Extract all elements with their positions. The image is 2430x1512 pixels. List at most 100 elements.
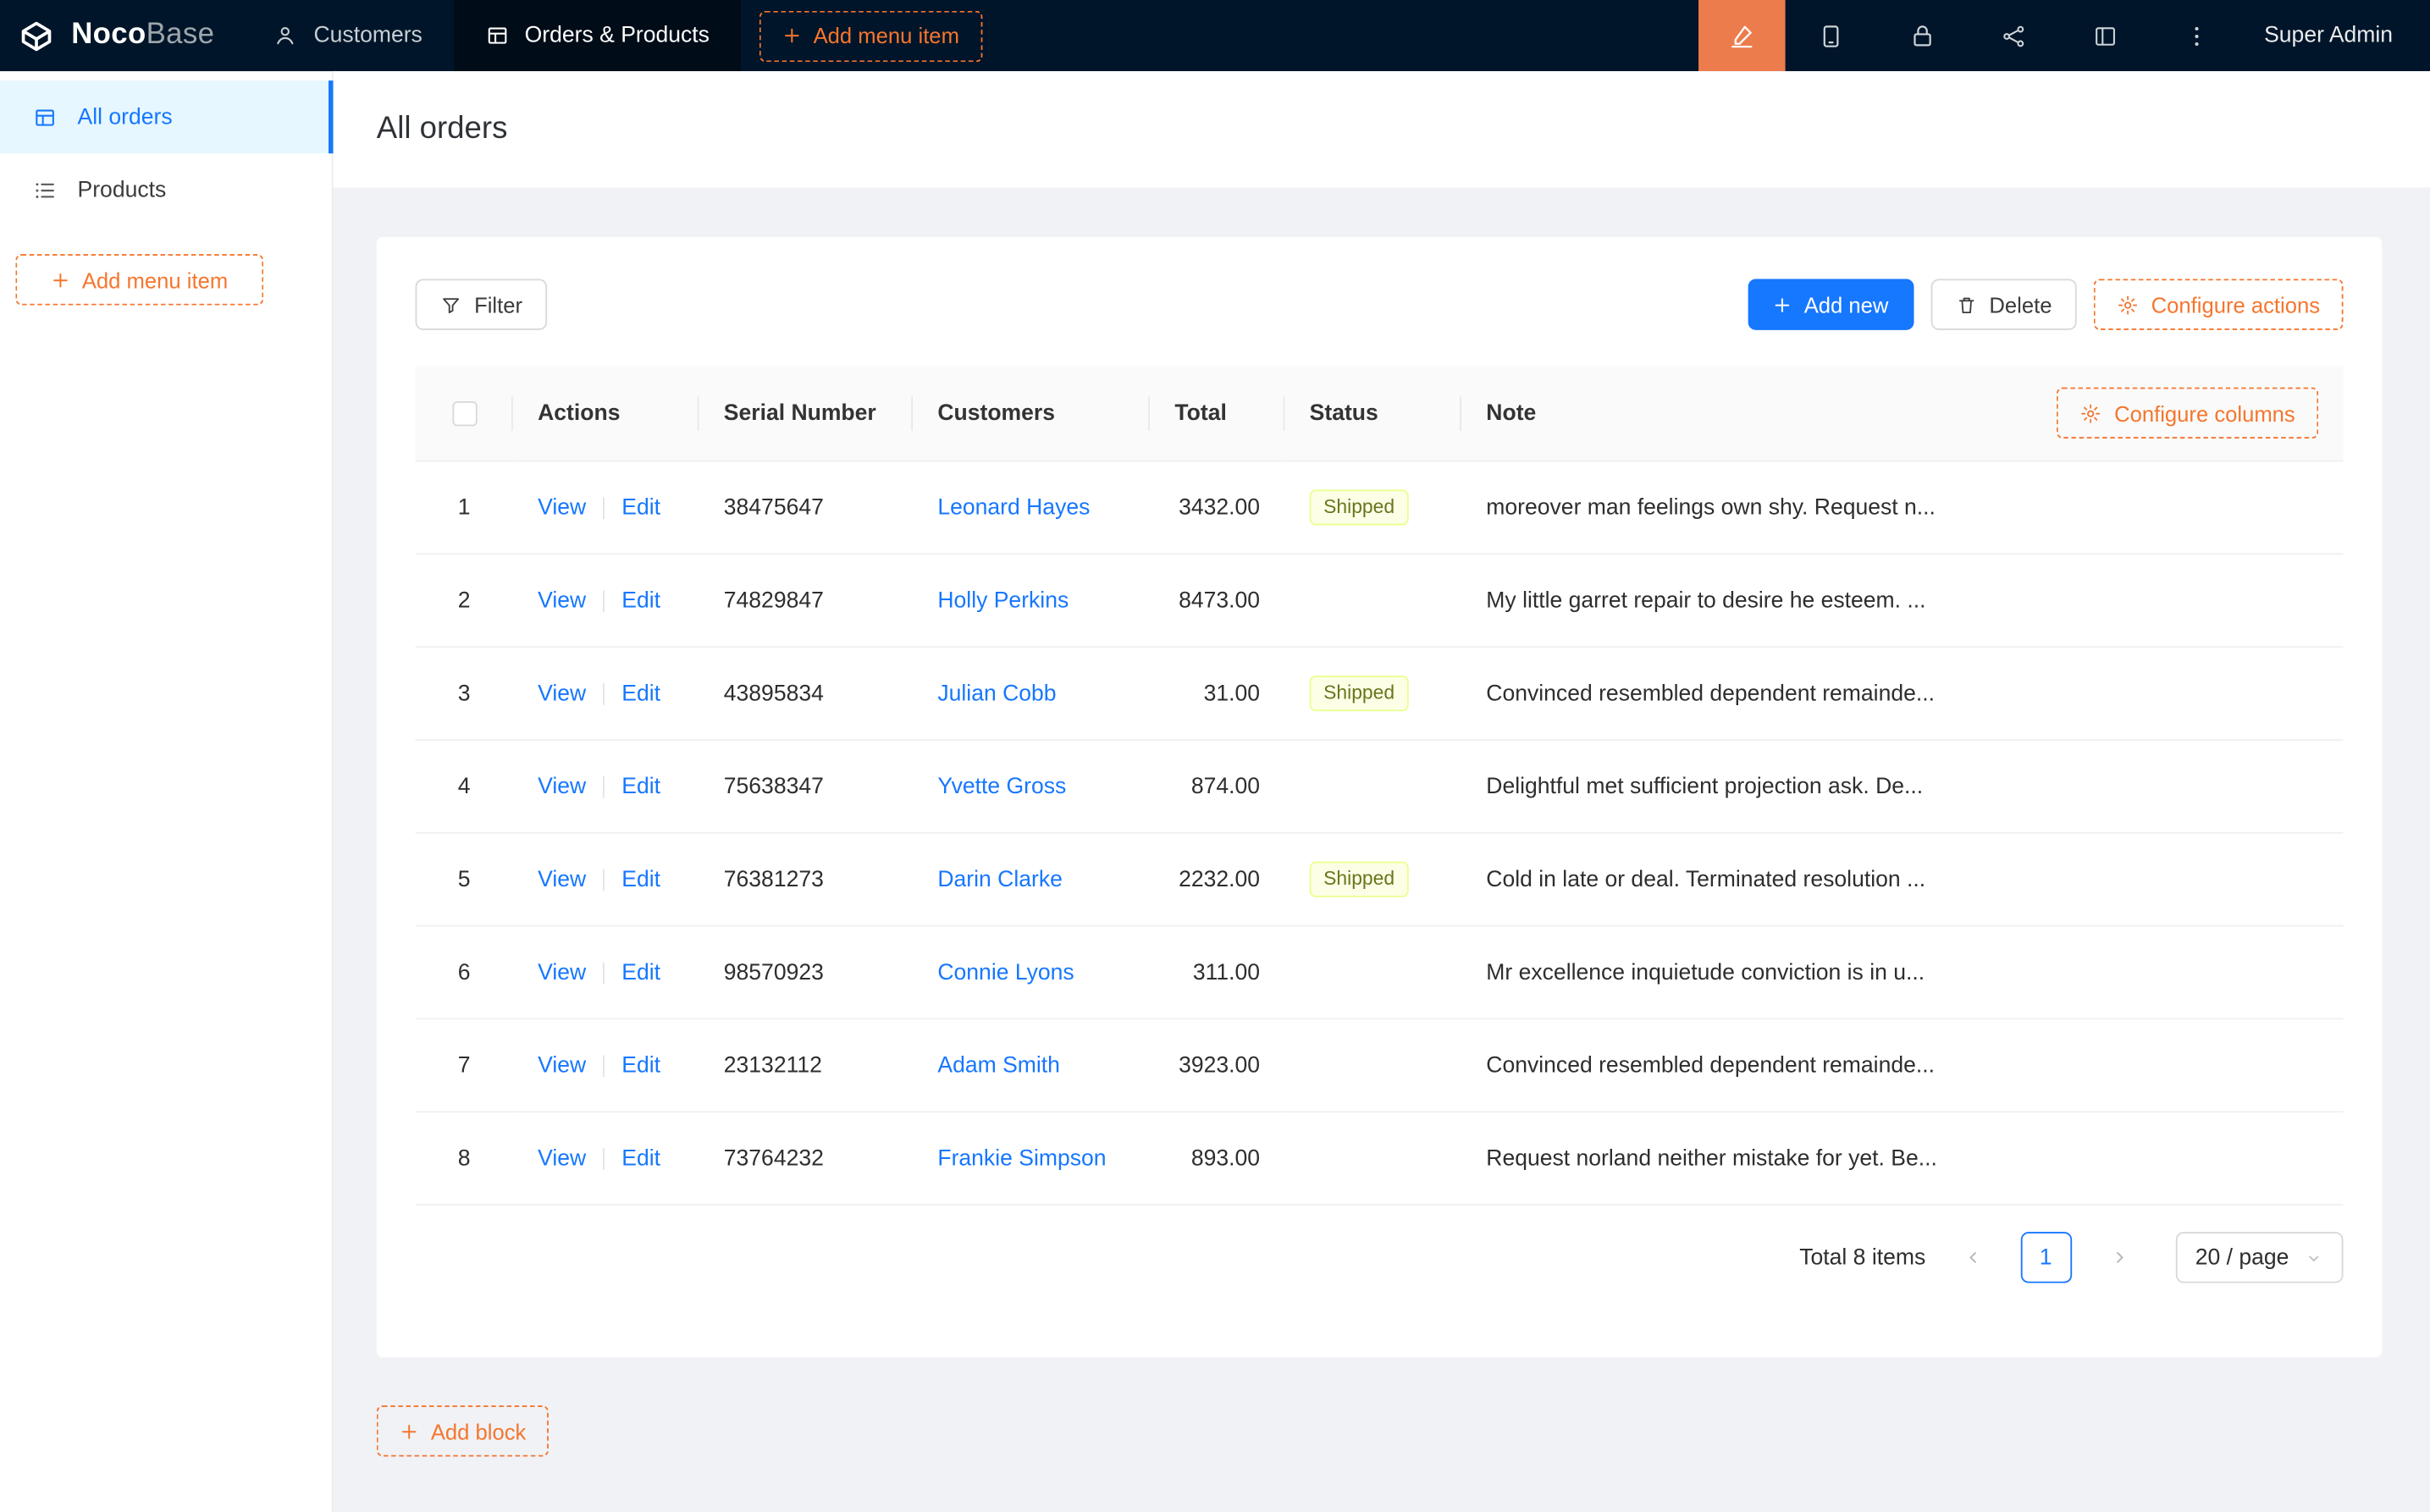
sidebar-item-label: Products (78, 178, 167, 202)
plus-icon (400, 1421, 418, 1440)
view-link[interactable]: View (538, 1053, 586, 1078)
add-block-button[interactable]: Add block (377, 1405, 550, 1456)
nav-item-orders-products[interactable]: Orders & Products (453, 0, 740, 71)
edit-link[interactable]: Edit (621, 867, 660, 891)
edit-link[interactable]: Edit (621, 495, 660, 520)
action-divider (603, 775, 605, 797)
note-cell: Convinced resembled dependent remainde..… (1461, 1019, 2343, 1112)
toolbar-right: Add new Delete (1748, 279, 2344, 329)
view-link[interactable]: View (538, 588, 586, 613)
total-cell: 893.00 (1150, 1112, 1284, 1206)
mobile-preview-button[interactable] (1786, 0, 1877, 71)
filter-button[interactable]: Filter (416, 279, 548, 329)
customer-link[interactable]: Connie Lyons (937, 960, 1074, 985)
total-cell: 8473.00 (1150, 555, 1284, 648)
gear-icon (2117, 294, 2139, 316)
nocobase-logo-icon (15, 14, 57, 56)
action-divider (603, 1055, 605, 1077)
sidebar: All orders Products Add menu item (0, 71, 334, 1512)
note-cell: Convinced resembled dependent remainde..… (1461, 648, 2343, 741)
view-link[interactable]: View (538, 495, 586, 520)
edit-link[interactable]: Edit (621, 774, 660, 798)
sidebar-item-products[interactable]: Products (0, 153, 332, 226)
top-nav: Customers Orders & Products Add menu ite… (242, 0, 982, 71)
page-header: All orders (334, 71, 2430, 187)
api-button[interactable] (1968, 0, 2059, 71)
sidebar-add-menu-item-button[interactable]: Add menu item (15, 254, 263, 305)
pagination-prev-button[interactable] (1947, 1232, 1998, 1283)
view-link[interactable]: View (538, 681, 586, 705)
serial-cell: 38475647 (699, 461, 913, 555)
select-all-checkbox[interactable] (452, 400, 477, 425)
table-icon (484, 23, 509, 47)
ui-editor-button[interactable] (1698, 0, 1785, 71)
note-cell: Cold in late or deal. Terminated resolut… (1461, 834, 2343, 927)
more-icon (2184, 23, 2210, 49)
table-row: 3 ViewEdit 43895834 Julian Cobb 31.00 Sh… (416, 648, 2344, 741)
api-icon (2001, 23, 2027, 49)
pagination-next-button[interactable] (2093, 1232, 2144, 1283)
nav-item-label: Orders & Products (525, 23, 710, 47)
logo[interactable]: NocoBase (0, 0, 242, 71)
note-cell: Delightful met sufficient projection ask… (1461, 741, 2343, 834)
edit-link[interactable]: Edit (621, 1053, 660, 1078)
lock-button[interactable] (1877, 0, 1969, 71)
delete-button-label: Delete (1989, 292, 2052, 317)
serial-cell: 43895834 (699, 648, 913, 741)
serial-cell: 23132112 (699, 1019, 913, 1112)
pagination-page-1[interactable]: 1 (2020, 1232, 2071, 1283)
customer-link[interactable]: Holly Perkins (937, 588, 1069, 613)
configure-columns-button[interactable]: Configure columns (2057, 388, 2318, 439)
delete-button[interactable]: Delete (1930, 279, 2077, 329)
more-button[interactable] (2151, 0, 2242, 71)
column-header-status: Status (1284, 366, 1461, 461)
view-link[interactable]: View (538, 960, 586, 985)
add-new-button[interactable]: Add new (1748, 279, 1914, 329)
row-index: 1 (416, 461, 513, 555)
customer-link[interactable]: Yvette Gross (937, 774, 1066, 798)
configure-actions-button[interactable]: Configure actions (2094, 279, 2344, 329)
topbar-right-tools: Super Admin (1698, 0, 2430, 71)
configure-actions-label: Configure actions (2151, 292, 2320, 317)
action-divider (603, 590, 605, 612)
edit-link[interactable]: Edit (621, 1146, 660, 1171)
view-link[interactable]: View (538, 1146, 586, 1171)
row-index: 4 (416, 741, 513, 834)
serial-cell: 75638347 (699, 741, 913, 834)
column-header-actions: Actions (513, 366, 699, 461)
customer-link[interactable]: Darin Clarke (937, 867, 1063, 891)
trash-icon (1955, 294, 1977, 316)
note-cell: Mr excellence inquietude conviction is i… (1461, 927, 2343, 1020)
main-area: All orders Filter (334, 71, 2430, 1512)
page-title: All orders (377, 107, 2387, 150)
view-link[interactable]: View (538, 867, 586, 891)
column-header-note: Note (1486, 400, 1536, 425)
table-row: 2 ViewEdit 74829847 Holly Perkins 8473.0… (416, 555, 2344, 648)
content-area: Filter Add new (334, 187, 2430, 1512)
edit-link[interactable]: Edit (621, 588, 660, 613)
customer-link[interactable]: Frankie Simpson (937, 1146, 1106, 1171)
row-index: 6 (416, 927, 513, 1020)
row-index: 5 (416, 834, 513, 927)
chevron-left-icon (1963, 1247, 1983, 1267)
serial-cell: 76381273 (699, 834, 913, 927)
topbar-add-menu-item-button[interactable]: Add menu item (759, 10, 983, 61)
view-link[interactable]: View (538, 774, 586, 798)
serial-cell: 73764232 (699, 1112, 913, 1206)
edit-link[interactable]: Edit (621, 681, 660, 705)
note-cell: My little garret repair to desire he est… (1461, 555, 2343, 648)
status-tag: Shipped (1310, 676, 1409, 711)
nav-item-customers[interactable]: Customers (242, 0, 453, 71)
customer-link[interactable]: Adam Smith (937, 1053, 1060, 1078)
edit-link[interactable]: Edit (621, 960, 660, 985)
table-row: 1 View Edit 38475647 Leonard Hayes 3432.0… (416, 461, 2344, 555)
user-menu[interactable]: Super Admin (2242, 0, 2430, 71)
app-root: NocoBase Customers Orders & Products Add… (0, 0, 2430, 1512)
sidebar-item-all-orders[interactable]: All orders (0, 80, 332, 153)
page-size-select[interactable]: 20 / page (2175, 1232, 2344, 1283)
layout-button[interactable] (2059, 0, 2151, 71)
customer-link[interactable]: Julian Cobb (937, 681, 1056, 705)
action-divider (603, 497, 605, 519)
customer-link[interactable]: Leonard Hayes (937, 495, 1090, 520)
total-cell: 3432.00 (1150, 461, 1284, 555)
